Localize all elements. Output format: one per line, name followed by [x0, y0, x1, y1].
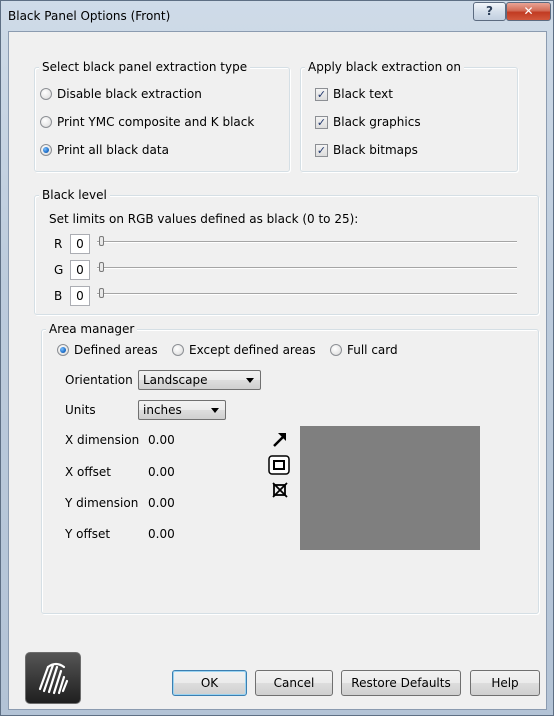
x-offset-label: X offset [65, 465, 111, 479]
radio-label: Full card [347, 343, 398, 357]
r-slider-thumb[interactable] [99, 236, 104, 246]
restore-defaults-button[interactable]: Restore Defaults [341, 670, 461, 696]
checkbox-black-text[interactable]: ✓ Black text [315, 87, 393, 101]
channel-label-g: G [54, 263, 64, 277]
checkbox-label: Black bitmaps [333, 143, 418, 157]
checkbox-label: Black graphics [333, 115, 421, 129]
radio-circle[interactable] [330, 344, 342, 356]
radio-label: Defined areas [74, 343, 158, 357]
help-button[interactable]: Help [470, 670, 540, 696]
orientation-label: Orientation [65, 373, 133, 387]
close-button[interactable]: ✕ [506, 2, 551, 21]
x-dimension-label: X dimension [65, 433, 140, 447]
title-help-button[interactable]: ? [473, 2, 506, 21]
chevron-down-icon [246, 378, 254, 383]
g-slider-track[interactable] [97, 267, 517, 269]
area-manager-legend: Area manager [46, 322, 138, 336]
r-value-input[interactable]: 0 [70, 234, 90, 254]
radio-circle-selected[interactable] [57, 344, 69, 356]
extraction-type-group: Select black panel extraction type Disab… [34, 60, 290, 172]
extraction-type-legend: Select black panel extraction type [39, 60, 251, 74]
checkbox-black-bitmaps[interactable]: ✓ Black bitmaps [315, 143, 418, 157]
apply-extraction-legend: Apply black extraction on [305, 60, 464, 74]
radio-label: Print all black data [57, 143, 169, 157]
radio-defined-areas[interactable]: Defined areas [57, 343, 158, 357]
title-bar[interactable]: Black Panel Options (Front) ? ✕ [1, 1, 553, 31]
units-value: inches [143, 403, 182, 417]
black-level-group: Black level Set limits on RGB values def… [34, 188, 539, 315]
channel-label-b: B [54, 289, 63, 303]
r-slider-track[interactable] [97, 241, 517, 243]
g-value-input[interactable]: 0 [70, 260, 90, 280]
delete-area-icon[interactable] [272, 482, 288, 498]
black-level-legend: Black level [39, 188, 110, 202]
y-dimension-value: 0.00 [148, 496, 175, 510]
radio-print-all-black[interactable]: Print all black data [40, 143, 169, 157]
x-dimension-value: 0.00 [148, 433, 175, 447]
radio-print-ymc-composite[interactable]: Print YMC composite and K black [40, 115, 254, 129]
radio-full-card[interactable]: Full card [330, 343, 398, 357]
black-level-description: Set limits on RGB values defined as blac… [49, 212, 359, 226]
checkbox-black-graphics[interactable]: ✓ Black graphics [315, 115, 421, 129]
ok-button[interactable]: OK [172, 670, 247, 696]
zebra-logo [25, 652, 81, 704]
radio-label: Print YMC composite and K black [57, 115, 255, 129]
units-dropdown[interactable]: inches [138, 400, 226, 420]
b-slider-thumb[interactable] [99, 288, 104, 298]
radio-circle[interactable] [40, 88, 52, 100]
checkbox-label: Black text [333, 87, 393, 101]
radio-circle[interactable] [172, 344, 184, 356]
radio-label: Except defined areas [189, 343, 316, 357]
cancel-button[interactable]: Cancel [255, 670, 333, 696]
g-slider-thumb[interactable] [99, 262, 104, 272]
area-manager-group: Area manager Defined areas Except define… [41, 322, 539, 614]
checkmark-icon[interactable]: ✓ [315, 115, 328, 129]
radio-label: Disable black extraction [57, 87, 202, 101]
y-offset-label: Y offset [65, 527, 111, 541]
units-label: Units [65, 403, 96, 417]
chevron-down-icon [211, 408, 219, 413]
apply-extraction-group: Apply black extraction on ✓ Black text ✓… [300, 60, 518, 172]
radio-circle[interactable] [40, 116, 52, 128]
y-dimension-label: Y dimension [65, 496, 139, 510]
checkmark-icon[interactable]: ✓ [315, 87, 328, 101]
orientation-dropdown[interactable]: Landscape [138, 370, 261, 390]
orientation-value: Landscape [143, 373, 208, 387]
radio-disable-extraction[interactable]: Disable black extraction [40, 87, 202, 101]
card-preview-area[interactable] [300, 426, 480, 550]
b-value-input[interactable]: 0 [70, 286, 90, 306]
channel-label-r: R [54, 237, 63, 251]
y-offset-value: 0.00 [148, 527, 175, 541]
x-offset-value: 0.00 [148, 465, 175, 479]
rectangle-area-icon[interactable] [268, 455, 290, 475]
arrow-select-icon[interactable] [270, 430, 290, 450]
dialog-client: Select black panel extraction type Disab… [8, 31, 547, 710]
dialog-window: Black Panel Options (Front) ? ✕ Select b… [0, 0, 554, 716]
radio-circle-selected[interactable] [40, 144, 52, 156]
checkmark-icon[interactable]: ✓ [315, 143, 328, 157]
radio-except-defined-areas[interactable]: Except defined areas [172, 343, 316, 357]
b-slider-track[interactable] [97, 293, 517, 295]
window-title: Black Panel Options (Front) [8, 9, 171, 23]
